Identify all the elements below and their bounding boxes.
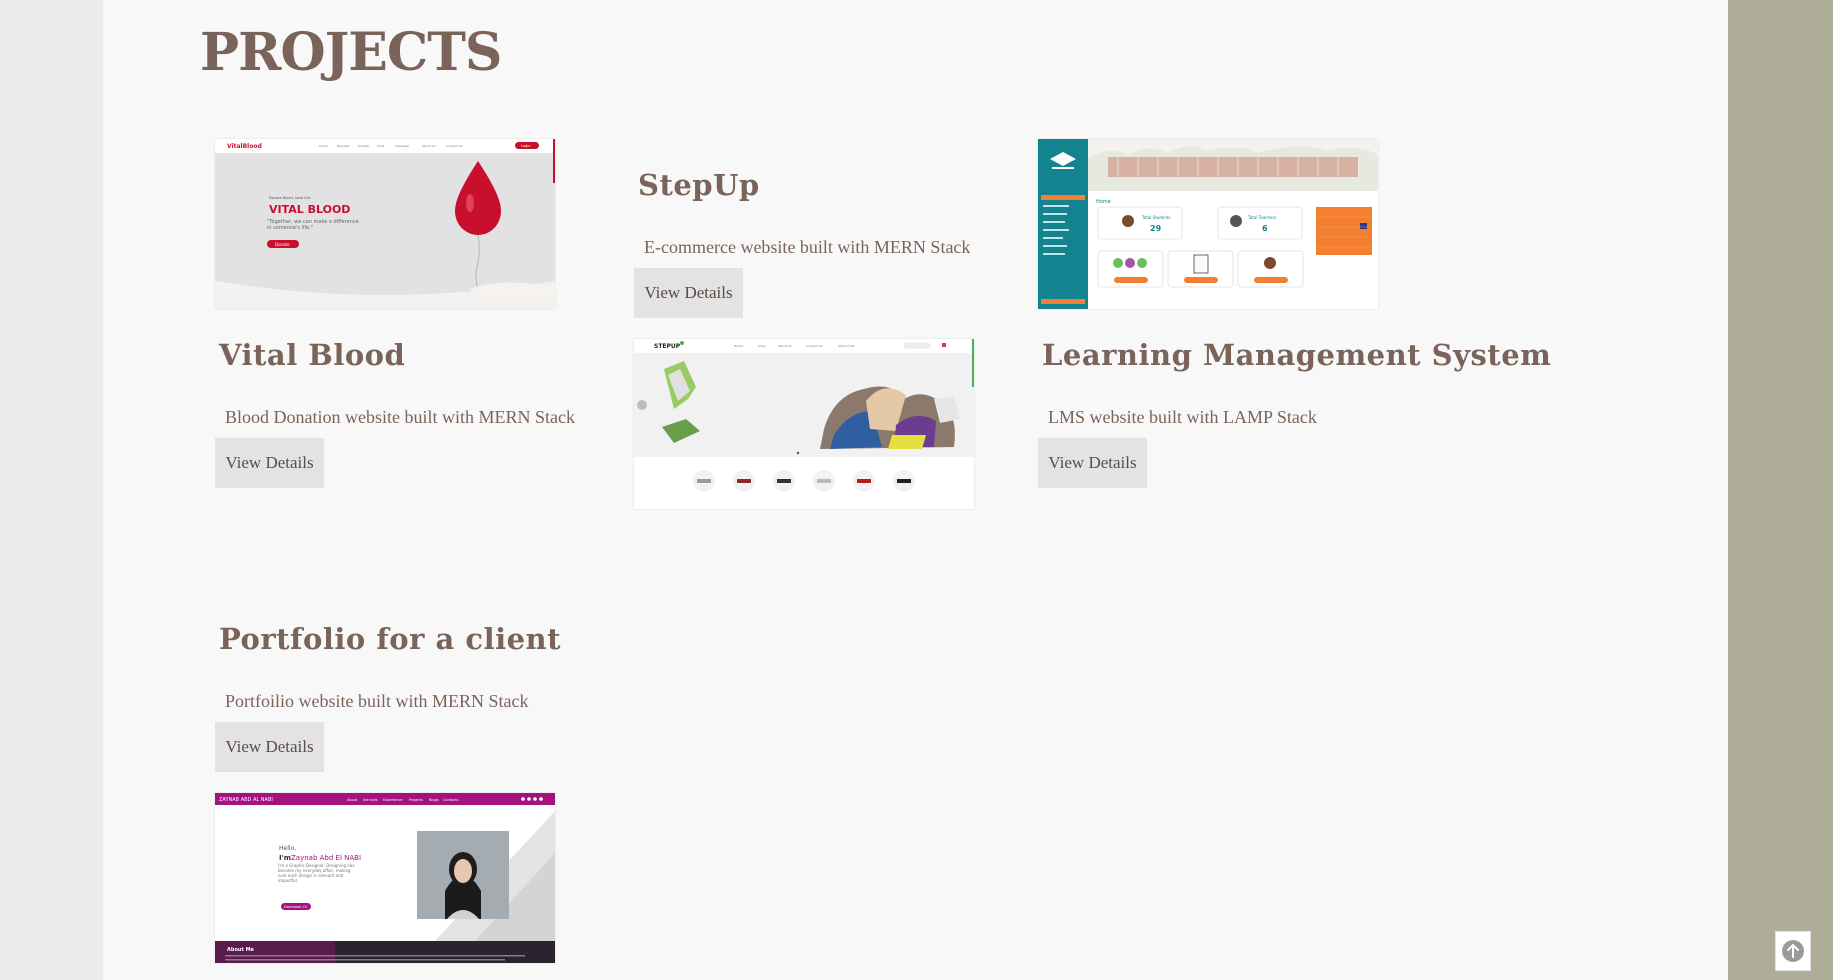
lms-preview[interactable]: Home Total Students 29 Total Teachers 6 bbox=[1038, 139, 1378, 309]
vb-cta: Donate bbox=[275, 242, 290, 247]
project-title-stepup: StepUp bbox=[638, 168, 760, 202]
pf-nav-1: Services bbox=[363, 798, 378, 802]
pf-bio: I'm a Graphic Designer. Designing has be… bbox=[278, 863, 355, 883]
project-desc-vital-blood: Blood Donation website built with MERN S… bbox=[225, 407, 575, 427]
vb-headline: VITAL BLOOD bbox=[269, 203, 350, 216]
lms-section-label: Home bbox=[1096, 199, 1111, 205]
project-title-portfolio: Portfolio for a client bbox=[219, 622, 562, 656]
pf-cta: Download CV bbox=[284, 905, 308, 909]
project-title-vital-blood: Vital Blood bbox=[219, 338, 406, 372]
pf-nav-3: Projects bbox=[409, 798, 423, 802]
view-details-button-portfolio[interactable]: View Details bbox=[215, 722, 324, 772]
project-desc-stepup: E-commerce website built with MERN Stack bbox=[644, 237, 971, 257]
lms-stat-teachers-value: 6 bbox=[1262, 224, 1268, 233]
vital-blood-preview[interactable]: VitalBlood Home Request Donate Chat Volu… bbox=[215, 139, 555, 309]
pf-nav-2: Experience bbox=[383, 798, 403, 802]
vital-blood-screenshot: VitalBlood Home Request Donate Chat Volu… bbox=[215, 139, 555, 309]
vb-nav-1: Request bbox=[337, 144, 350, 148]
su-logo: STEPUP bbox=[654, 343, 681, 350]
vb-nav-0: Home bbox=[319, 144, 328, 148]
lms-stat-students-value: 29 bbox=[1150, 224, 1162, 233]
su-nav-2: About Us bbox=[778, 344, 792, 348]
pf-nav-4: Blogs bbox=[429, 798, 439, 802]
vb-nav-5: About Us bbox=[422, 144, 436, 148]
portfolio-preview[interactable]: ZAYNAB ABD AL NABI About Services Experi… bbox=[215, 793, 555, 963]
vb-logo: VitalBlood bbox=[227, 143, 262, 150]
view-details-button-vital-blood[interactable]: View Details bbox=[215, 438, 324, 488]
page-title: PROJECTS bbox=[200, 22, 502, 83]
pf-brand: ZAYNAB ABD AL NABI bbox=[219, 797, 273, 803]
arrow-up-circle-icon bbox=[1782, 940, 1804, 962]
right-rail bbox=[1728, 0, 1833, 980]
su-nav-1: Shop bbox=[758, 344, 766, 348]
lms-stat-students-label: Total Students bbox=[1141, 215, 1170, 220]
portfolio-screenshot: ZAYNAB ABD AL NABI About Services Experi… bbox=[215, 793, 555, 963]
vb-nav-6: Contact Us bbox=[446, 144, 463, 148]
vb-nav-4: Volunteer bbox=[395, 144, 410, 148]
view-details-button-lms[interactable]: View Details bbox=[1038, 438, 1147, 488]
pf-greeting: Hello, bbox=[279, 845, 296, 852]
scroll-to-top-button[interactable] bbox=[1775, 931, 1811, 971]
vb-tagline: Donate Blood, save Life bbox=[269, 196, 311, 200]
pf-intro-prefix: I'm bbox=[279, 854, 291, 862]
project-title-lms: Learning Management System bbox=[1042, 338, 1552, 372]
pf-nav-5: Contacts bbox=[443, 798, 459, 802]
stepup-preview[interactable]: STEPUP Home Shop About Us Contact Us Adm… bbox=[634, 339, 974, 509]
su-nav-4: Admin Hub bbox=[838, 344, 855, 348]
vb-nav-3: Chat bbox=[377, 144, 385, 148]
lms-stat-teachers-label: Total Teachers bbox=[1247, 215, 1276, 220]
pf-about: About Me bbox=[227, 947, 255, 953]
su-nav-0: Home bbox=[734, 344, 743, 348]
vb-nav-2: Donate bbox=[358, 144, 369, 148]
su-nav-3: Contact Us bbox=[806, 344, 823, 348]
vb-quote: "Together, we can make a difference in s… bbox=[267, 219, 359, 231]
pf-intro-name: Zaynab Abd El NABI bbox=[291, 854, 361, 862]
lms-screenshot: Home Total Students 29 Total Teachers 6 bbox=[1038, 139, 1378, 309]
project-desc-lms: LMS website built with LAMP Stack bbox=[1048, 407, 1317, 427]
vb-login: Login bbox=[521, 144, 530, 148]
pf-nav-0: About bbox=[347, 798, 358, 802]
stepup-screenshot: STEPUP Home Shop About Us Contact Us Adm… bbox=[634, 339, 974, 509]
project-desc-portfolio: Portfoilio website built with MERN Stack bbox=[225, 691, 529, 711]
view-details-button-stepup[interactable]: View Details bbox=[634, 268, 743, 318]
